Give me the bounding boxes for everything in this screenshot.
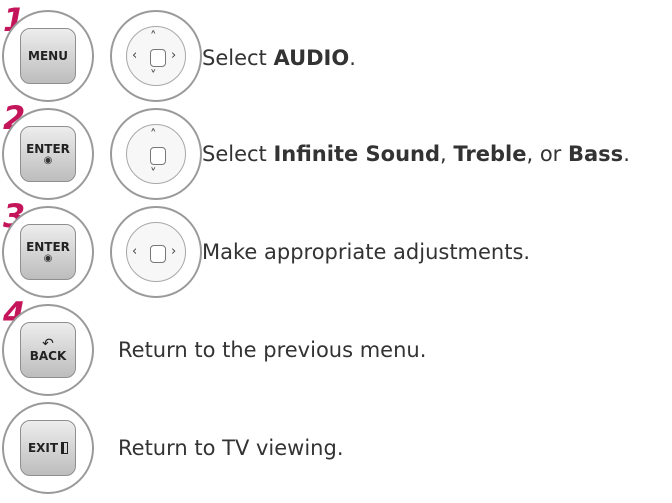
enter-button[interactable]: ENTER ◉ <box>20 224 76 280</box>
arrow-down-icon: ˅ <box>150 69 157 84</box>
step-4-instruction: Return to the previous menu. <box>118 338 427 362</box>
enter-dot-icon: ◉ <box>43 252 53 264</box>
step-exit: EXIT Return to TV viewing. <box>0 402 672 494</box>
step-3: 3 ENTER ◉ ‹ › Make appropriate adjustmen… <box>0 200 672 298</box>
menu-button-ring: MENU <box>2 10 94 102</box>
arrow-up-icon: ˄ <box>150 30 157 45</box>
back-button-label: BACK <box>29 348 67 363</box>
ok-center-icon <box>150 49 166 67</box>
exit-button-label: EXIT <box>27 440 59 455</box>
navigation-ring: ˄ ˅ <box>110 108 202 200</box>
step-2-instruction: Select Infinite Sound, Treble, or Bass. <box>202 142 630 166</box>
arrow-right-icon: › <box>171 244 177 259</box>
menu-button-label: MENU <box>28 48 68 63</box>
exit-button[interactable]: EXIT <box>20 420 76 476</box>
arrow-left-icon: ‹ <box>132 48 138 63</box>
navigation-ring: ‹ › <box>110 206 202 298</box>
back-button-ring: ↶ BACK <box>2 304 94 396</box>
step-3-instruction: Make appropriate adjustments. <box>202 240 531 264</box>
navigation-ring: ˄ ˅ ‹ › <box>110 10 202 102</box>
step-1-instruction: Select AUDIO. <box>202 46 356 70</box>
ok-center-icon <box>150 245 166 263</box>
exit-button-ring: EXIT <box>2 402 94 494</box>
menu-button[interactable]: MENU <box>20 28 76 84</box>
enter-button-label: ENTER <box>26 141 70 156</box>
step-4: 4 ↶ BACK Return to the previous menu. <box>0 298 672 396</box>
arrow-up-icon: ˄ <box>150 128 157 143</box>
arrow-left-icon: ‹ <box>132 244 138 259</box>
step-exit-instruction: Return to TV viewing. <box>118 436 344 460</box>
step-2: 2 ENTER ◉ ˄ ˅ Select Infinite Sound, Tre… <box>0 102 672 200</box>
back-arrow-icon: ↶ <box>42 335 54 352</box>
exit-door-icon <box>61 442 69 454</box>
enter-button-ring: ENTER ◉ <box>2 206 94 298</box>
enter-button-label: ENTER <box>26 239 70 254</box>
arrow-down-icon: ˅ <box>150 167 157 182</box>
menu-item-infinite-sound: Infinite Sound <box>273 142 441 166</box>
step-1: 1 MENU ˄ ˅ ‹ › Select AUDIO. <box>0 4 672 102</box>
enter-dot-icon: ◉ <box>43 154 53 166</box>
ok-center-icon <box>150 147 166 165</box>
navigation-pad[interactable]: ˄ ˅ <box>126 124 186 184</box>
arrow-right-icon: › <box>171 48 177 63</box>
menu-item-treble: Treble <box>453 142 527 166</box>
enter-button[interactable]: ENTER ◉ <box>20 126 76 182</box>
enter-button-ring: ENTER ◉ <box>2 108 94 200</box>
menu-item-bass: Bass <box>568 142 624 166</box>
navigation-pad[interactable]: ˄ ˅ ‹ › <box>126 26 186 86</box>
navigation-pad[interactable]: ‹ › <box>126 222 186 282</box>
back-button[interactable]: ↶ BACK <box>20 322 76 378</box>
menu-item-audio: AUDIO <box>273 46 350 70</box>
